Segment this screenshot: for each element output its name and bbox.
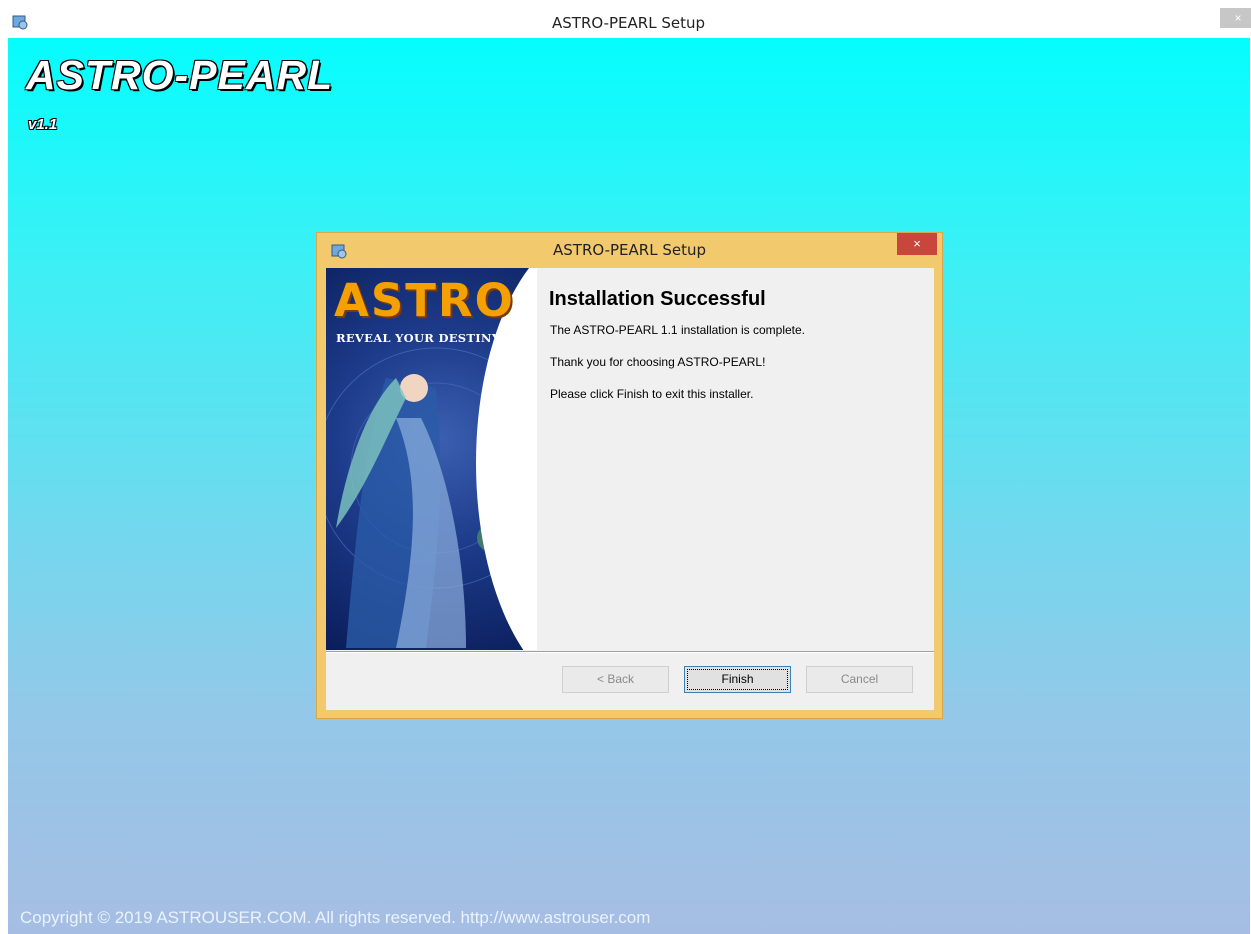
copyright-text: Copyright © 2019 ASTROUSER.COM. All righ… bbox=[20, 908, 651, 927]
exit-instruction: Please click Finish to exit this install… bbox=[550, 387, 754, 401]
dialog-client-area: ASTRO REVEAL YOUR DESTINY Installation S… bbox=[326, 268, 934, 710]
dialog-titlebar: ASTRO-PEARL Setup × bbox=[317, 233, 942, 268]
dialog-title: ASTRO-PEARL Setup bbox=[553, 241, 706, 259]
page-heading: Installation Successful bbox=[549, 288, 766, 310]
finish-button[interactable]: Finish bbox=[684, 666, 791, 693]
product-version: v1.1 bbox=[28, 116, 58, 133]
completion-message: The ASTRO-PEARL 1.1 installation is comp… bbox=[550, 323, 805, 337]
button-separator bbox=[326, 651, 934, 652]
product-title: ASTRO-PEARL bbox=[26, 52, 334, 98]
welcome-banner-image: ASTRO REVEAL YOUR DESTINY bbox=[326, 268, 537, 650]
setup-dialog: ASTRO-PEARL Setup × ASTRO REVEAL YOUR DE… bbox=[316, 232, 943, 719]
dialog-close-button[interactable]: × bbox=[897, 233, 937, 255]
focus-rectangle bbox=[687, 669, 788, 690]
cancel-button[interactable]: Cancel bbox=[806, 666, 913, 693]
content-panel: Installation Successful The ASTRO-PEARL … bbox=[537, 268, 934, 650]
thank-you-message: Thank you for choosing ASTRO-PEARL! bbox=[550, 355, 766, 369]
outer-titlebar: ASTRO-PEARL Setup × bbox=[8, 8, 1251, 38]
back-button[interactable]: < Back bbox=[562, 666, 669, 693]
window-title: ASTRO-PEARL Setup bbox=[552, 14, 705, 32]
window-close-button[interactable]: × bbox=[1220, 8, 1251, 28]
astro-logo: ASTRO bbox=[334, 274, 515, 327]
banner-tagline: REVEAL YOUR DESTINY bbox=[336, 331, 501, 345]
